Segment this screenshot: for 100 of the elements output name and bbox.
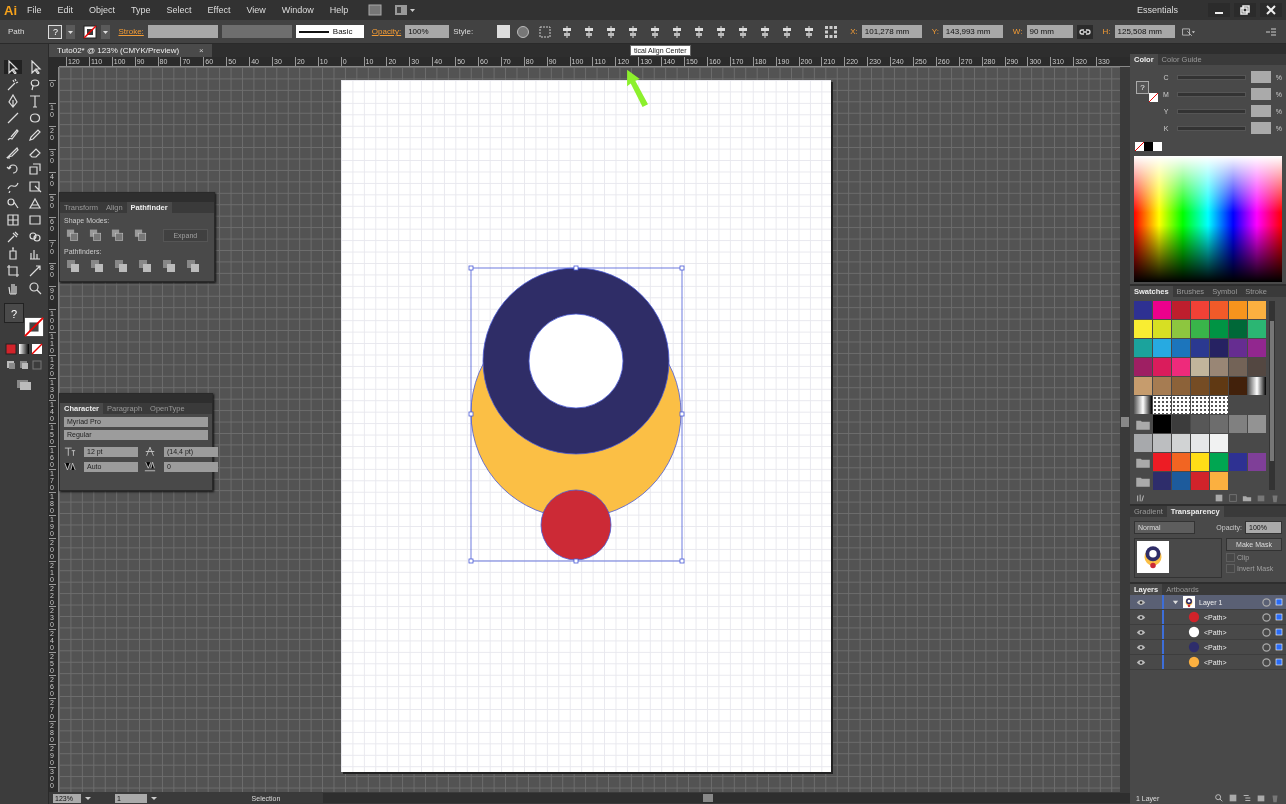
fill-color-box[interactable]: ? — [1136, 81, 1149, 94]
color-swatch[interactable] — [1191, 415, 1209, 433]
workspace-switcher[interactable]: Essentials — [1136, 5, 1178, 15]
color-swatch[interactable] — [1191, 320, 1209, 338]
pattern-swatch[interactable] — [1191, 396, 1209, 414]
color-swatch[interactable] — [1210, 339, 1228, 357]
channel-slider[interactable] — [1177, 91, 1246, 97]
zoom-icon[interactable] — [26, 281, 44, 295]
color-swatch[interactable] — [1172, 434, 1190, 452]
pathfinder-icon[interactable] — [138, 259, 152, 273]
color-swatch[interactable] — [1134, 358, 1152, 376]
scale-icon[interactable] — [26, 162, 44, 176]
color-swatch[interactable] — [1134, 339, 1152, 357]
color-swatch[interactable] — [1153, 377, 1171, 395]
color-swatch[interactable] — [1153, 320, 1171, 338]
screen-mode-icon[interactable] — [16, 379, 32, 391]
color-swatch[interactable] — [1248, 320, 1266, 338]
swatch-libraries-icon[interactable] — [1136, 493, 1146, 503]
minimize-icon[interactable] — [1208, 3, 1230, 17]
swatch-options-icon[interactable] — [1228, 493, 1238, 503]
pathfinder-icon[interactable] — [66, 259, 80, 273]
document-tab[interactable]: Tuto02* @ 123% (CMYK/Preview) × — [49, 44, 212, 57]
bridge-icon[interactable] — [368, 4, 383, 16]
color-swatch[interactable] — [1172, 472, 1190, 490]
color-swatch[interactable] — [1153, 301, 1171, 319]
menu-item[interactable]: Object — [89, 5, 116, 15]
color-swatch[interactable] — [1248, 301, 1266, 319]
color-swatch[interactable] — [1172, 453, 1190, 471]
color-swatch[interactable] — [1172, 358, 1190, 376]
gradient-icon[interactable] — [26, 213, 44, 227]
stroke-link[interactable]: Stroke: — [118, 27, 144, 36]
link-icon[interactable] — [1076, 24, 1093, 39]
stroke-none-box[interactable] — [24, 317, 44, 337]
color-swatch[interactable] — [1210, 453, 1228, 471]
mesh-icon[interactable] — [4, 213, 22, 227]
x-position-field[interactable]: 101,278 mm — [861, 25, 922, 38]
selection-bounding-box[interactable] — [468, 265, 685, 564]
channel-value-field[interactable] — [1250, 122, 1271, 134]
horizontal-scrollbar[interactable] — [323, 793, 1130, 803]
menu-item[interactable]: Window — [281, 5, 314, 15]
perspective-grid-icon[interactable] — [26, 196, 44, 210]
color-swatch[interactable] — [1153, 339, 1171, 357]
new-swatch-icon[interactable] — [1256, 493, 1266, 503]
reference-point-icon[interactable] — [824, 24, 839, 39]
new-sublayer-icon[interactable] — [1242, 793, 1252, 803]
fill-swatch[interactable]: ? — [48, 24, 63, 39]
color-swatch[interactable] — [1248, 358, 1266, 376]
color-swatch[interactable] — [1210, 415, 1228, 433]
new-layer-icon[interactable] — [1256, 793, 1266, 803]
height-field[interactable]: 125,508 mm — [1114, 25, 1175, 38]
color-swatch[interactable] — [1248, 453, 1266, 471]
swatch-kinds-icon[interactable] — [1214, 493, 1224, 503]
draw-behind-icon[interactable] — [18, 359, 30, 371]
artboard-icon[interactable] — [4, 264, 22, 278]
color-swatch[interactable] — [1229, 377, 1247, 395]
color-swatch[interactable] — [1172, 377, 1190, 395]
color-swatch[interactable] — [1134, 434, 1152, 452]
color-swatch[interactable] — [1153, 415, 1171, 433]
color-swatch[interactable] — [1134, 377, 1152, 395]
color-swatch[interactable] — [1229, 358, 1247, 376]
draw-normal-icon[interactable] — [5, 359, 17, 371]
menu-item[interactable]: View — [246, 5, 266, 15]
eye-icon[interactable] — [1136, 658, 1146, 666]
align-to-selection-icon[interactable] — [538, 24, 553, 39]
eye-icon[interactable] — [1136, 643, 1146, 651]
color-swatch[interactable] — [1210, 358, 1228, 376]
search-icon[interactable] — [1214, 793, 1224, 803]
color-mode-icon[interactable] — [5, 343, 17, 355]
color-swatch[interactable] — [1229, 339, 1247, 357]
restore-icon[interactable] — [1234, 3, 1256, 17]
color-swatch[interactable] — [1210, 434, 1228, 452]
arrange-documents-icon[interactable] — [394, 4, 417, 16]
color-swatch[interactable] — [1210, 377, 1228, 395]
pattern-swatch[interactable] — [1153, 396, 1171, 414]
menu-item[interactable]: Edit — [57, 5, 74, 15]
color-swatch[interactable] — [1191, 472, 1209, 490]
clipping-mask-icon[interactable] — [1228, 793, 1238, 803]
recolor-icon[interactable] — [516, 24, 531, 39]
opacity-link[interactable]: Opacity: — [371, 27, 402, 36]
expand-triangle-icon[interactable] — [1172, 598, 1179, 606]
color-swatch[interactable] — [1229, 301, 1247, 319]
brush-dropdown[interactable]: Basic — [295, 25, 364, 38]
vertical-scrollbar[interactable] — [1120, 67, 1130, 792]
pattern-swatch[interactable] — [1210, 396, 1228, 414]
pattern-swatch[interactable] — [1172, 396, 1190, 414]
pathfinder-icon[interactable] — [186, 259, 200, 273]
color-swatch[interactable] — [1229, 453, 1247, 471]
color-swatch[interactable] — [1153, 434, 1171, 452]
shape-mode-icon[interactable] — [133, 228, 147, 242]
pathfinder-icon[interactable] — [162, 259, 176, 273]
channel-slider[interactable] — [1177, 125, 1246, 131]
blend-icon[interactable] — [26, 230, 44, 244]
quick-swatches[interactable] — [1135, 142, 1162, 151]
color-swatch[interactable] — [1229, 320, 1247, 338]
stroke-weight-field[interactable] — [147, 25, 218, 38]
menu-item[interactable]: Select — [166, 5, 192, 15]
none-mode-icon[interactable] — [31, 343, 43, 355]
shape-mode-icon[interactable] — [66, 228, 79, 242]
color-swatch[interactable] — [1172, 320, 1190, 338]
stroke-none-box[interactable] — [1149, 93, 1158, 102]
